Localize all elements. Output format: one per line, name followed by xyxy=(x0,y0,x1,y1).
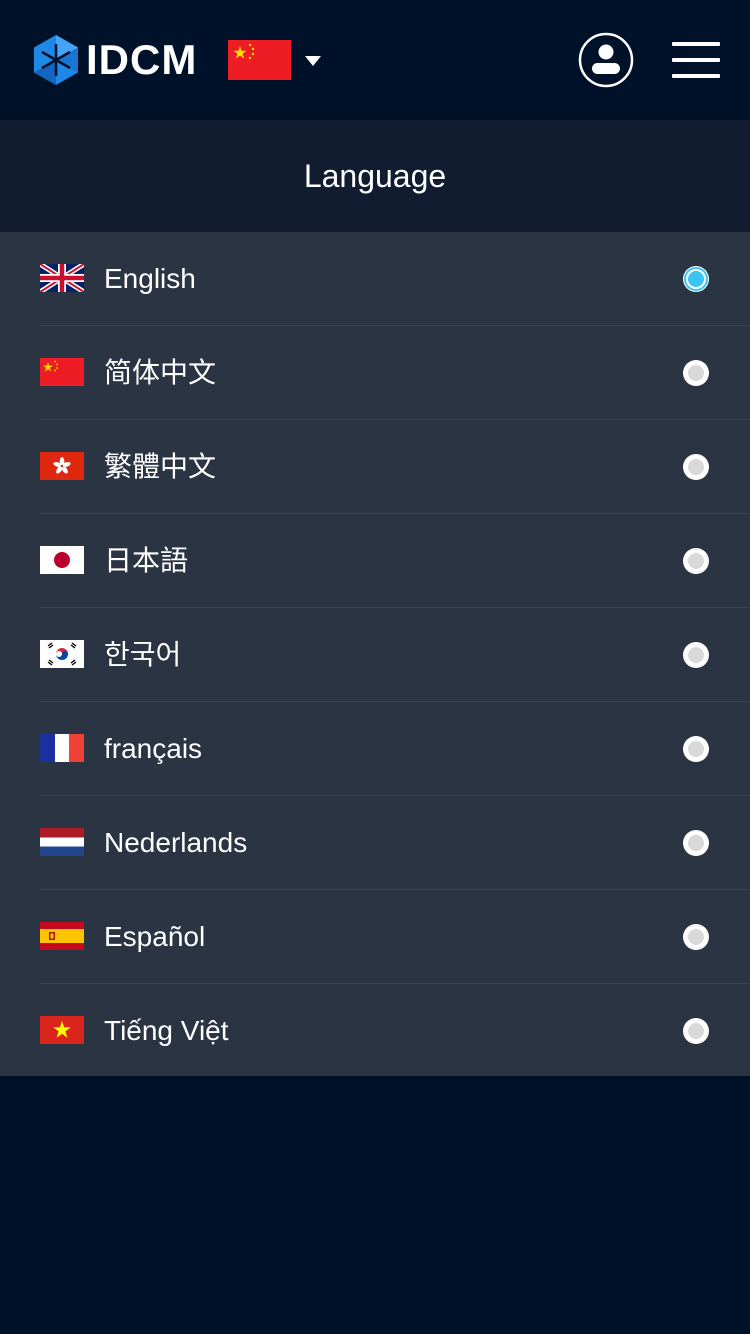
language-label: 日本語 xyxy=(104,545,189,576)
radio-unselected-icon[interactable] xyxy=(682,641,710,669)
language-option-vietnamese[interactable]: Tiếng Việt xyxy=(0,984,750,1078)
language-option-spanish[interactable]: Español xyxy=(0,890,750,984)
radio-selected-icon[interactable] xyxy=(682,265,710,293)
cn-flag-icon[interactable] xyxy=(228,40,291,80)
jp-flag-icon xyxy=(40,546,84,574)
nl-flag-icon xyxy=(40,828,84,856)
radio-unselected-icon[interactable] xyxy=(682,547,710,575)
language-option-korean[interactable]: 한국어 xyxy=(0,608,750,702)
fr-flag-icon xyxy=(40,734,84,762)
uk-flag-icon xyxy=(40,264,84,292)
caret-down-icon[interactable] xyxy=(304,55,322,67)
language-label: Español xyxy=(104,921,206,952)
kr-flag-icon xyxy=(40,640,84,668)
user-icon[interactable] xyxy=(578,32,634,88)
language-option-dutch[interactable]: Nederlands xyxy=(0,796,750,890)
radio-unselected-icon[interactable] xyxy=(682,923,710,951)
brand-name[interactable]: IDCM xyxy=(86,36,197,84)
language-label: 繁體中文 xyxy=(104,451,217,482)
language-label: 简体中文 xyxy=(104,357,217,388)
radio-unselected-icon[interactable] xyxy=(682,359,710,387)
language-label: English xyxy=(104,263,196,294)
language-option-simplified-chinese[interactable]: 简体中文 xyxy=(0,326,750,420)
radio-unselected-icon[interactable] xyxy=(682,735,710,763)
hamburger-menu-icon[interactable] xyxy=(670,40,722,80)
language-label: 한국어 xyxy=(104,639,182,670)
es-flag-icon xyxy=(40,922,84,950)
radio-unselected-icon[interactable] xyxy=(682,453,710,481)
top-bar: IDCM xyxy=(0,0,750,120)
hk-flag-icon xyxy=(40,452,84,480)
language-option-french[interactable]: français xyxy=(0,702,750,796)
radio-unselected-icon[interactable] xyxy=(682,829,710,857)
language-label: Nederlands xyxy=(104,827,248,858)
page-title: Language xyxy=(0,120,750,232)
vn-flag-icon xyxy=(40,1016,84,1044)
language-option-english[interactable]: English xyxy=(0,232,750,326)
idcm-logo-icon[interactable] xyxy=(32,34,80,86)
language-list: English 简体中文 繁體中文 日本語 한국어 français Neder… xyxy=(0,232,750,1076)
language-option-traditional-chinese[interactable]: 繁體中文 xyxy=(0,420,750,514)
language-label: Tiếng Việt xyxy=(104,1015,229,1046)
cn-flag-icon xyxy=(40,358,84,386)
language-option-japanese[interactable]: 日本語 xyxy=(0,514,750,608)
language-label: français xyxy=(104,733,203,764)
radio-unselected-icon[interactable] xyxy=(682,1017,710,1045)
